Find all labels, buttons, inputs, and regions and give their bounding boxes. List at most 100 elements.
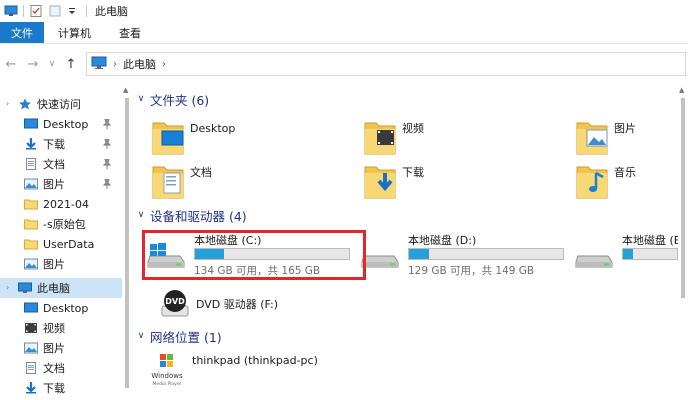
sidebar-item-label: 图片: [43, 342, 65, 355]
document-folder-icon: [152, 161, 184, 199]
sidebar-item[interactable]: 2021-04: [0, 194, 122, 214]
sidebar-item[interactable]: 视频: [0, 318, 122, 338]
group-header-network[interactable]: ∨ 网络位置 (1): [132, 326, 222, 346]
folder-item[interactable]: 图片: [576, 112, 678, 160]
chevron-down-icon[interactable]: ∨: [132, 94, 150, 104]
up-button[interactable]: ↑: [60, 57, 82, 72]
document-icon: [24, 158, 38, 170]
sidebar-item[interactable]: UserData: [0, 234, 122, 254]
download-folder-icon: [364, 161, 396, 199]
sidebar-item[interactable]: › 快速访问: [0, 94, 122, 114]
folder-item[interactable]: 音乐: [576, 156, 678, 204]
picture-icon: [24, 342, 38, 354]
forward-button[interactable]: →: [22, 57, 44, 72]
new-folder-icon[interactable]: [48, 5, 62, 17]
computer-icon: [91, 56, 107, 72]
picture-icon: [24, 258, 38, 270]
sidebar-item[interactable]: 图片: [0, 338, 122, 358]
folder-item[interactable]: Desktop: [152, 112, 352, 160]
sidebar-item[interactable]: 图片: [0, 254, 122, 274]
scroll-up-icon[interactable]: ▲: [679, 86, 684, 94]
sidebar-item[interactable]: Desktop: [0, 114, 122, 134]
sidebar-item-label: 快速访问: [37, 98, 81, 111]
tab-computer[interactable]: 计算机: [44, 22, 105, 43]
folder-item[interactable]: 文档: [152, 156, 352, 204]
recent-locations-button[interactable]: ∨: [44, 59, 60, 69]
group-header-drives[interactable]: ∨ 设备和驱动器 (4): [132, 205, 247, 225]
scrollbar-thumb[interactable]: [681, 98, 685, 298]
sidebar-item[interactable]: 图片: [0, 174, 122, 194]
folder-item[interactable]: 视频: [364, 112, 564, 160]
breadcrumb-this-pc[interactable]: 此电脑: [123, 56, 156, 72]
folder-label: 图片: [614, 122, 636, 135]
document-icon: [24, 362, 38, 374]
folder-icon: [24, 198, 38, 210]
sidebar-item-label: 视频: [43, 322, 65, 335]
video-icon: [24, 322, 38, 334]
group-title: 设备和驱动器 (4): [150, 208, 247, 224]
sidebar-item-label: 下载: [43, 382, 65, 395]
navigation-bar: ← → ∨ ↑ › 此电脑 ›: [0, 46, 688, 82]
desktop-folder-icon: [152, 117, 184, 155]
group-title: 文件夹 (6): [150, 92, 210, 108]
sidebar-item-label: 图片: [43, 258, 65, 271]
sidebar-item-label: 图片: [43, 178, 65, 191]
sidebar-item-label: 2021-04: [43, 197, 89, 211]
tab-file[interactable]: 文件: [0, 22, 44, 43]
drive-usage-bar: [622, 248, 678, 260]
chevron-right-icon[interactable]: ›: [6, 283, 9, 292]
network-location[interactable]: Windows Media Player thinkpad (thinkpad-…: [148, 346, 388, 394]
folder-label: 下载: [402, 166, 424, 179]
desktop-icon: [24, 302, 38, 314]
back-button[interactable]: ←: [0, 57, 22, 72]
picture-icon: [24, 178, 38, 190]
chevron-right-icon[interactable]: ›: [6, 99, 9, 108]
group-title: 网络位置 (1): [150, 329, 222, 345]
folder-item[interactable]: 下载: [364, 156, 564, 204]
sidebar-item-label: -s原始包: [43, 218, 86, 231]
drive-label: 本地磁盘 (D:): [408, 234, 477, 247]
chevron-down-icon[interactable]: ∨: [132, 210, 150, 220]
sidebar-item[interactable]: 文档: [0, 358, 122, 378]
drive-usage-fill: [409, 249, 430, 259]
dvd-drive-label: DVD 驱动器 (F:): [196, 298, 279, 311]
sidebar-item[interactable]: -s原始包: [0, 214, 122, 234]
dvd-drive[interactable]: DVD DVD 驱动器 (F:): [160, 280, 360, 328]
customize-toolbar-icon[interactable]: [67, 5, 81, 17]
scrollbar-thumb[interactable]: [125, 98, 129, 388]
ribbon-tabs: 文件 计算机 查看: [0, 22, 688, 44]
sidebar-item[interactable]: 下载: [0, 378, 122, 398]
properties-icon[interactable]: [29, 5, 43, 17]
sidebar-item[interactable]: › 此电脑: [0, 278, 122, 298]
scroll-up-icon[interactable]: ▲: [123, 86, 128, 94]
media-player-text: Media Player: [153, 381, 182, 387]
window-title: 此电脑: [95, 5, 128, 18]
drive-item[interactable]: 本地磁盘 (D:) 129 GB 可用，共 149 GB: [360, 230, 566, 278]
sidebar-item-label: Desktop: [43, 117, 89, 131]
sidebar-item-label: UserData: [43, 237, 95, 251]
address-bar[interactable]: › 此电脑 ›: [86, 52, 686, 76]
folder-label: 文档: [190, 166, 212, 179]
group-header-folders[interactable]: ∨ 文件夹 (6): [132, 89, 209, 109]
sidebar-item[interactable]: 文档: [0, 154, 122, 174]
sidebar-item[interactable]: 下载: [0, 134, 122, 154]
pin-icon: [102, 178, 112, 189]
desktop-icon: [24, 118, 38, 130]
drive-item[interactable]: 本地磁盘 (E:): [574, 230, 678, 278]
content-pane-scrollbar[interactable]: ▲: [678, 84, 688, 400]
navigation-pane-scrollbar[interactable]: ▲: [122, 84, 132, 400]
drive-usage-bar: [408, 248, 564, 260]
video-folder-icon: [364, 117, 396, 155]
sidebar-item[interactable]: Desktop: [0, 298, 122, 318]
computer-icon: [18, 282, 32, 294]
chevron-down-icon[interactable]: ∨: [132, 331, 150, 341]
breadcrumb-separator-icon[interactable]: ›: [113, 59, 117, 70]
dvd-icon-text: DVD: [165, 297, 185, 306]
breadcrumb-separator-icon[interactable]: ›: [162, 59, 166, 70]
tab-view[interactable]: 查看: [105, 22, 155, 43]
sidebar-item-label: 文档: [43, 158, 65, 171]
pin-icon: [102, 138, 112, 149]
drive-usage-fill: [623, 249, 633, 259]
drive-label: 本地磁盘 (E:): [622, 234, 678, 247]
computer-icon[interactable]: [4, 5, 18, 17]
